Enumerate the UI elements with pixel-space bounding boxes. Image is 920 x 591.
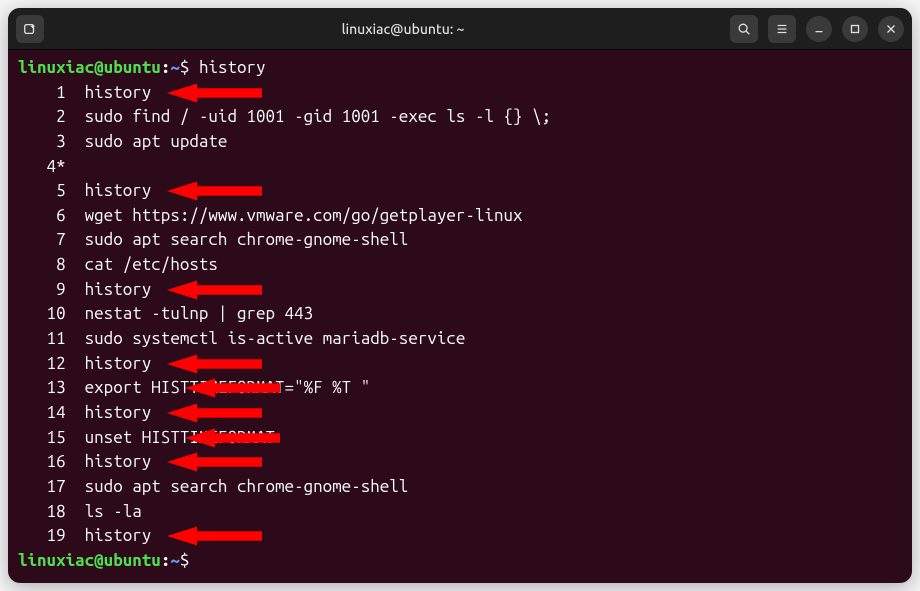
annotation-arrow <box>167 525 262 547</box>
prompt-path: ~ <box>170 58 180 77</box>
annotation-arrow <box>167 353 262 375</box>
prompt-line: linuxiac@ubuntu:~$ history <box>18 56 902 81</box>
search-icon <box>737 22 751 36</box>
history-row: 1 history <box>18 81 902 106</box>
prompt-separator: : <box>161 58 171 77</box>
history-row: 15 unset HISTTIMEFORMAT <box>18 426 902 451</box>
window-title: linuxiac@ubuntu: ~ <box>76 21 730 37</box>
arrow-icon <box>167 402 262 424</box>
history-row: 13 export HISTTIMEFORMAT="%F %T " <box>18 376 902 401</box>
annotation-arrow <box>167 451 262 473</box>
history-row: 9 history <box>18 278 902 303</box>
history-row: 4* <box>18 155 902 180</box>
terminal-body[interactable]: linuxiac@ubuntu:~$ history 1 history 2 s… <box>8 50 912 583</box>
history-row: 2 sudo find / -uid 1001 -gid 1001 -exec … <box>18 105 902 130</box>
annotation-arrow <box>167 402 262 424</box>
history-row: 16 history <box>18 450 902 475</box>
maximize-icon <box>848 22 862 36</box>
history-row: 3 sudo apt update <box>18 130 902 155</box>
prompt-user-host: linuxiac@ubuntu <box>18 58 161 77</box>
history-row: 6 wget https://www.vmware.com/go/getplay… <box>18 204 902 229</box>
arrow-icon <box>167 82 262 104</box>
history-row: 14 history <box>18 401 902 426</box>
annotation-arrow <box>167 82 262 104</box>
menu-button[interactable] <box>768 15 796 43</box>
arrow-icon <box>185 377 280 399</box>
arrow-icon <box>167 451 262 473</box>
typed-command: history <box>199 58 266 77</box>
search-button[interactable] <box>730 15 758 43</box>
terminal-window: linuxiac@ubuntu: ~ linuxiac@ubuntu:~$ hi… <box>8 8 912 583</box>
annotation-arrow <box>167 279 262 301</box>
maximize-button[interactable] <box>842 16 868 42</box>
history-row: 19 history <box>18 524 902 549</box>
titlebar: linuxiac@ubuntu: ~ <box>8 8 912 50</box>
hamburger-icon <box>775 22 789 36</box>
annotation-arrow <box>185 427 280 449</box>
history-row: 18 ls -la <box>18 500 902 525</box>
close-icon <box>884 22 898 36</box>
history-row: 12 history <box>18 352 902 377</box>
arrow-icon <box>167 279 262 301</box>
history-row: 5 history <box>18 179 902 204</box>
prompt-line-empty: linuxiac@ubuntu:~$ <box>18 549 902 574</box>
history-row: 8 cat /etc/hosts <box>18 253 902 278</box>
annotation-arrow <box>167 180 262 202</box>
history-row: 17 sudo apt search chrome-gnome-shell <box>18 475 902 500</box>
minimize-icon <box>812 22 826 36</box>
history-row: 7 sudo apt search chrome-gnome-shell <box>18 228 902 253</box>
arrow-icon <box>167 353 262 375</box>
new-tab-icon <box>23 22 37 36</box>
history-row: 11 sudo systemctl is-active mariadb-serv… <box>18 327 902 352</box>
history-row: 10 nestat -tulnp | grep 443 <box>18 302 902 327</box>
arrow-icon <box>167 525 262 547</box>
arrow-icon <box>167 180 262 202</box>
prompt-symbol: $ <box>180 58 190 77</box>
annotation-arrow <box>185 377 280 399</box>
new-tab-button[interactable] <box>16 15 44 43</box>
arrow-icon <box>185 427 280 449</box>
close-button[interactable] <box>878 16 904 42</box>
minimize-button[interactable] <box>806 16 832 42</box>
